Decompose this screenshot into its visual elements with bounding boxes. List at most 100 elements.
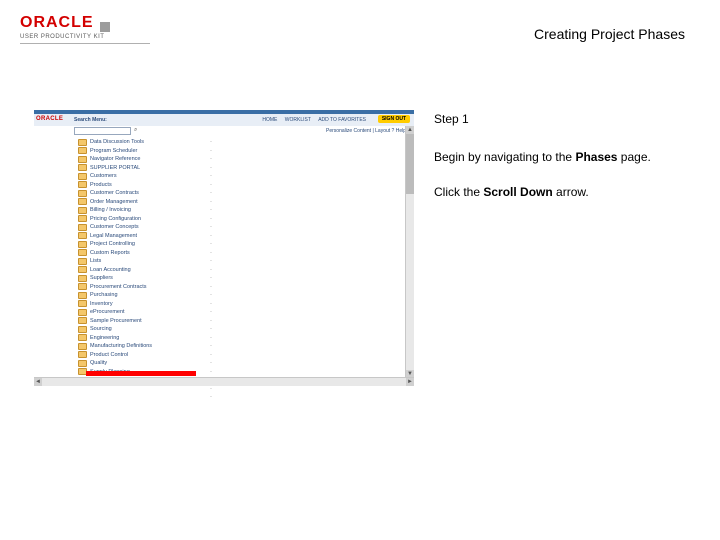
vertical-scrollbar[interactable]: ▲ ▼ [405, 126, 414, 378]
step-label: Step 1 [434, 112, 690, 128]
folder-row[interactable]: Lists [78, 257, 214, 266]
expand-marker[interactable]: · [210, 172, 212, 181]
nav-link-home[interactable]: HOME [262, 117, 277, 123]
folder-row[interactable]: Sample Procurement [78, 317, 214, 326]
nav-label: Search Menu: [74, 117, 107, 123]
expand-marker[interactable]: · [210, 291, 212, 300]
expand-marker[interactable]: · [210, 189, 212, 198]
expand-marker[interactable]: · [210, 334, 212, 343]
folder-icon [78, 164, 87, 171]
folder-icon [78, 139, 87, 146]
expand-marker[interactable]: · [210, 257, 212, 266]
line2-bold: Scroll Down [483, 185, 552, 199]
subbar-right-text[interactable]: Personalize Content | Layout ? Help [326, 128, 406, 134]
folder-row[interactable]: Project Controlling [78, 240, 214, 249]
scroll-up-arrow-icon[interactable]: ▲ [406, 126, 414, 134]
folder-label: Customers [90, 173, 117, 179]
folder-icon [78, 343, 87, 350]
folder-row[interactable]: Data Discussion Tools [78, 138, 214, 147]
folder-row[interactable]: Sourcing [78, 325, 214, 334]
folder-row[interactable]: Customer Concepts [78, 223, 214, 232]
expand-marker[interactable]: · [210, 368, 212, 377]
folder-row[interactable]: Navigator Reference [78, 155, 214, 164]
highlight-bar [86, 371, 196, 376]
nav-link-favorites[interactable]: ADD TO FAVORITES [318, 117, 366, 123]
search-icon[interactable]: ⌕ [134, 127, 137, 134]
folder-icon [78, 258, 87, 265]
expand-marker[interactable]: · [210, 308, 212, 317]
folder-row[interactable]: Billing / Invoicing [78, 206, 214, 215]
folder-row[interactable]: Suppliers [78, 274, 214, 283]
expand-marker[interactable]: · [210, 342, 212, 351]
folder-label: Program Scheduler [90, 148, 137, 154]
folder-row[interactable]: Loan Accounting [78, 266, 214, 275]
line1-post: page. [617, 150, 650, 164]
folder-row[interactable]: Program Scheduler [78, 147, 214, 156]
folder-row[interactable]: Products [78, 181, 214, 190]
folder-row[interactable]: Manufacturing Definitions [78, 342, 214, 351]
folder-row[interactable]: Order Management [78, 198, 214, 207]
folder-icon [78, 207, 87, 214]
expand-marker[interactable]: · [210, 393, 212, 402]
expand-marker[interactable]: · [210, 232, 212, 241]
expand-marker[interactable]: · [210, 155, 212, 164]
folder-label: Purchasing [90, 292, 118, 298]
instruction-line-1: Begin by navigating to the Phases page. [434, 150, 690, 166]
nav-links: HOME WORKLIST ADD TO FAVORITES [256, 117, 366, 123]
scroll-left-arrow-icon[interactable]: ◄ [34, 378, 42, 386]
scroll-right-arrow-icon[interactable]: ► [406, 378, 414, 386]
folder-row[interactable]: Pricing Configuration [78, 215, 214, 224]
folder-row[interactable]: Customer Contracts [78, 189, 214, 198]
folder-icon [78, 156, 87, 163]
folder-row[interactable]: Product Control [78, 351, 214, 360]
expand-marker[interactable]: · [210, 249, 212, 258]
line1-pre: Begin by navigating to the [434, 150, 575, 164]
expand-marker[interactable]: · [210, 181, 212, 190]
folder-label: Customer Concepts [90, 224, 139, 230]
instruction-line-2: Click the Scroll Down arrow. [434, 185, 690, 201]
brand-tagline: USER PRODUCTIVITY KIT [20, 34, 180, 40]
expand-marker[interactable]: · [210, 359, 212, 368]
expand-marker[interactable]: · [210, 274, 212, 283]
expand-marker[interactable]: · [210, 325, 212, 334]
embedded-app: ORACLE Search Menu: HOME WORKLIST ADD TO… [34, 110, 414, 386]
expand-marker[interactable]: · [210, 351, 212, 360]
line1-bold: Phases [575, 150, 617, 164]
folder-label: Custom Reports [90, 250, 130, 256]
nav-link-worklist[interactable]: WORKLIST [285, 117, 311, 123]
folder-row[interactable]: Customers [78, 172, 214, 181]
folder-row[interactable]: SUPPLIER PORTAL [78, 164, 214, 173]
folder-icon [78, 198, 87, 205]
app-brand: ORACLE [36, 116, 63, 122]
brand-word: ORACLE [20, 14, 94, 32]
folder-row[interactable]: eProcurement [78, 308, 214, 317]
expand-marker[interactable]: · [210, 300, 212, 309]
folder-icon [78, 292, 87, 299]
expand-marker[interactable]: · [210, 266, 212, 275]
expand-marker[interactable]: · [210, 223, 212, 232]
folder-label: Quality [90, 360, 107, 366]
expand-marker[interactable]: · [210, 164, 212, 173]
horizontal-scrollbar[interactable]: ◄ ► [34, 377, 414, 386]
folder-row[interactable]: Purchasing [78, 291, 214, 300]
expand-marker[interactable]: · [210, 283, 212, 292]
expand-marker[interactable]: · [210, 206, 212, 215]
scroll-thumb[interactable] [406, 134, 414, 194]
search-input[interactable] [74, 127, 131, 135]
folder-row[interactable]: Procurement Contracts [78, 283, 214, 292]
folder-row[interactable]: Inventory [78, 300, 214, 309]
expand-marker[interactable]: · [210, 147, 212, 156]
folder-row[interactable]: Quality [78, 359, 214, 368]
expand-marker[interactable]: · [210, 215, 212, 224]
signout-button[interactable]: SIGN OUT [378, 115, 410, 123]
folder-label: Pricing Configuration [90, 216, 141, 222]
app-navbar: ORACLE Search Menu: HOME WORKLIST ADD TO… [34, 114, 414, 126]
expand-marker[interactable]: · [210, 240, 212, 249]
folder-label: Lists [90, 258, 101, 264]
folder-row[interactable]: Custom Reports [78, 249, 214, 258]
expand-marker[interactable]: · [210, 138, 212, 147]
folder-row[interactable]: Engineering [78, 334, 214, 343]
expand-marker[interactable]: · [210, 198, 212, 207]
expand-marker[interactable]: · [210, 317, 212, 326]
folder-row[interactable]: Legal Management [78, 232, 214, 241]
